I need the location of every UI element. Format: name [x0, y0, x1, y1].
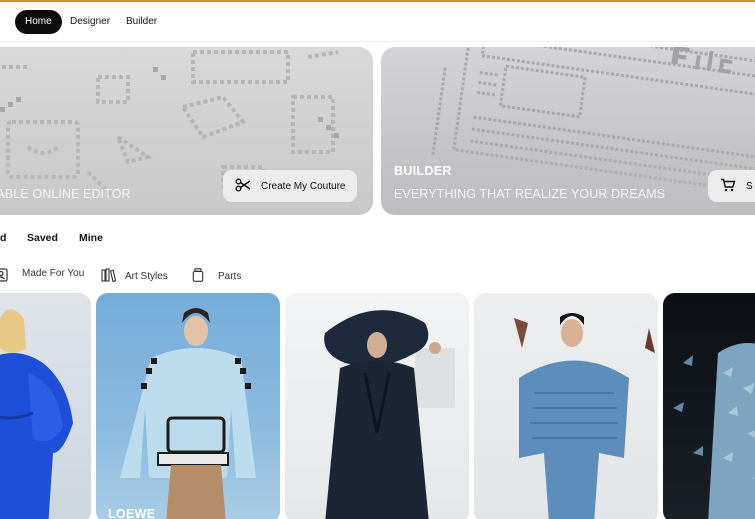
create-couture-label: Create My Couture: [261, 180, 346, 192]
create-couture-button[interactable]: Create My Couture: [223, 170, 358, 202]
portrait-icon: [0, 268, 8, 285]
couture-card[interactable]: [0, 293, 91, 519]
builder-banner[interactable]: BUILDER EVERYTHING THAT REALIZE YOUR DRE…: [381, 47, 755, 215]
jar-icon: [192, 268, 204, 285]
filter-prev[interactable]: [0, 268, 8, 285]
tab-featured[interactable]: d: [0, 232, 6, 244]
filter-parts[interactable]: Parts: [192, 268, 241, 285]
blue-ruffle-outfit-image: [0, 309, 73, 519]
cart-icon: [720, 178, 736, 195]
couture-card[interactable]: LOEWE: [96, 293, 280, 519]
filter-made-for-you[interactable]: Made For You: [22, 268, 84, 279]
banner-title: BUILDER: [394, 164, 452, 178]
tab-builder[interactable]: Builder: [116, 10, 167, 34]
tab-mine[interactable]: Mine: [79, 232, 103, 244]
couture-card[interactable]: [474, 293, 658, 519]
top-navigation: Home Designer Builder: [0, 2, 755, 42]
blue-drape-look-image: [514, 313, 655, 519]
editor-banner[interactable]: SABLE ONLINE EDITOR Create My Couture: [0, 47, 373, 215]
tab-designer[interactable]: Designer: [60, 10, 120, 34]
black-hat-coat-image: [324, 310, 455, 519]
filter-made-for-you-label: Made For You: [22, 268, 85, 279]
banner-subtitle: SABLE ONLINE EDITOR: [0, 187, 131, 201]
couture-card[interactable]: [663, 293, 755, 519]
builder-shop-label: S: [746, 180, 753, 192]
tab-home[interactable]: Home: [15, 10, 62, 34]
tab-saved[interactable]: Saved: [27, 232, 58, 244]
scissors-icon: [235, 178, 251, 195]
builder-shop-button[interactable]: S: [708, 170, 755, 202]
banner-subtitle: EVERYTHING THAT REALIZE YOUR DREAMS: [394, 187, 666, 201]
butterfly-gown-image: [673, 343, 755, 519]
card-brand-label: LOEWE: [108, 507, 156, 519]
books-icon: [101, 268, 117, 285]
filter-art-styles-label: Art Styles: [125, 271, 168, 282]
couture-card[interactable]: [285, 293, 469, 519]
pixel-hoodie-image: [120, 308, 256, 519]
filter-parts-label: Parts: [218, 271, 242, 282]
filter-art-styles[interactable]: Art Styles: [101, 268, 168, 285]
